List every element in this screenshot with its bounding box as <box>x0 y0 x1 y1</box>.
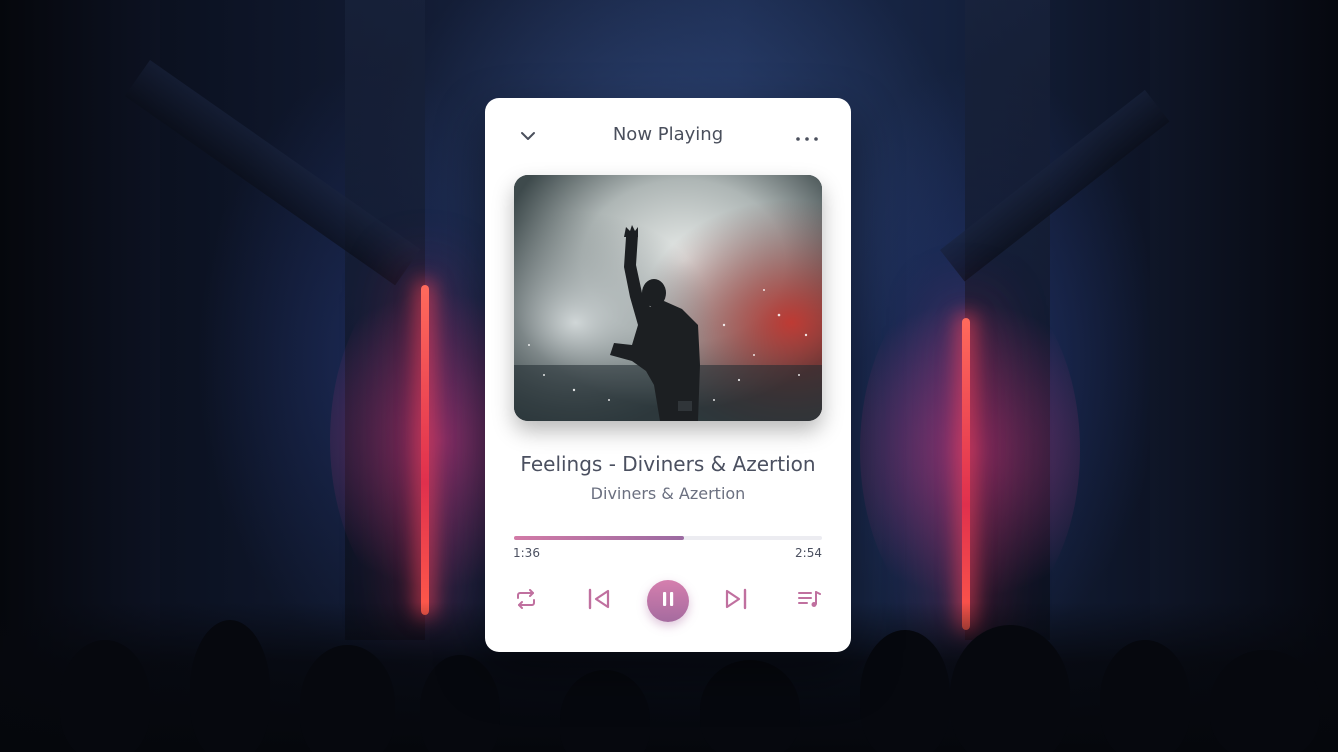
skip-previous-icon <box>587 588 611 614</box>
desktop-background: Now Playing Feelings - Diviners & Azerti… <box>0 0 1338 752</box>
crowd-silhouette <box>950 625 1070 752</box>
crowd-silhouette <box>1210 650 1320 752</box>
background-light-tube-left <box>421 285 429 615</box>
artist-name: Diviners & Azertion <box>590 484 746 503</box>
crowd-silhouette <box>860 630 950 752</box>
song-title: Feelings - Diviners & Azertion <box>520 452 816 476</box>
progress-fill <box>514 536 685 540</box>
repeat-button[interactable] <box>513 589 539 613</box>
more-horizontal-icon <box>795 127 819 146</box>
crowd-silhouette <box>700 660 800 752</box>
background-light-tube-right <box>962 318 970 630</box>
repeat-icon <box>515 589 537 613</box>
more-options-button[interactable] <box>793 126 821 146</box>
previous-button[interactable] <box>585 588 613 614</box>
player-header: Now Playing <box>485 120 851 152</box>
queue-button[interactable] <box>795 589 823 613</box>
playlist-icon <box>797 589 821 613</box>
crowd-silhouette <box>60 640 150 752</box>
time-total: 2:54 <box>795 546 822 560</box>
crowd-silhouette <box>1100 640 1190 752</box>
skip-next-icon <box>724 588 748 614</box>
playback-controls <box>485 578 851 624</box>
progress-bar[interactable] <box>514 536 822 540</box>
crowd-silhouette <box>190 620 270 752</box>
time-elapsed: 1:36 <box>513 546 540 560</box>
pause-icon <box>660 590 676 612</box>
background-glow-right <box>860 270 1080 630</box>
pause-button[interactable] <box>647 580 689 622</box>
next-button[interactable] <box>722 588 750 614</box>
album-artwork <box>514 175 822 421</box>
music-player-card: Now Playing Feelings - Diviners & Azerti… <box>485 98 851 652</box>
